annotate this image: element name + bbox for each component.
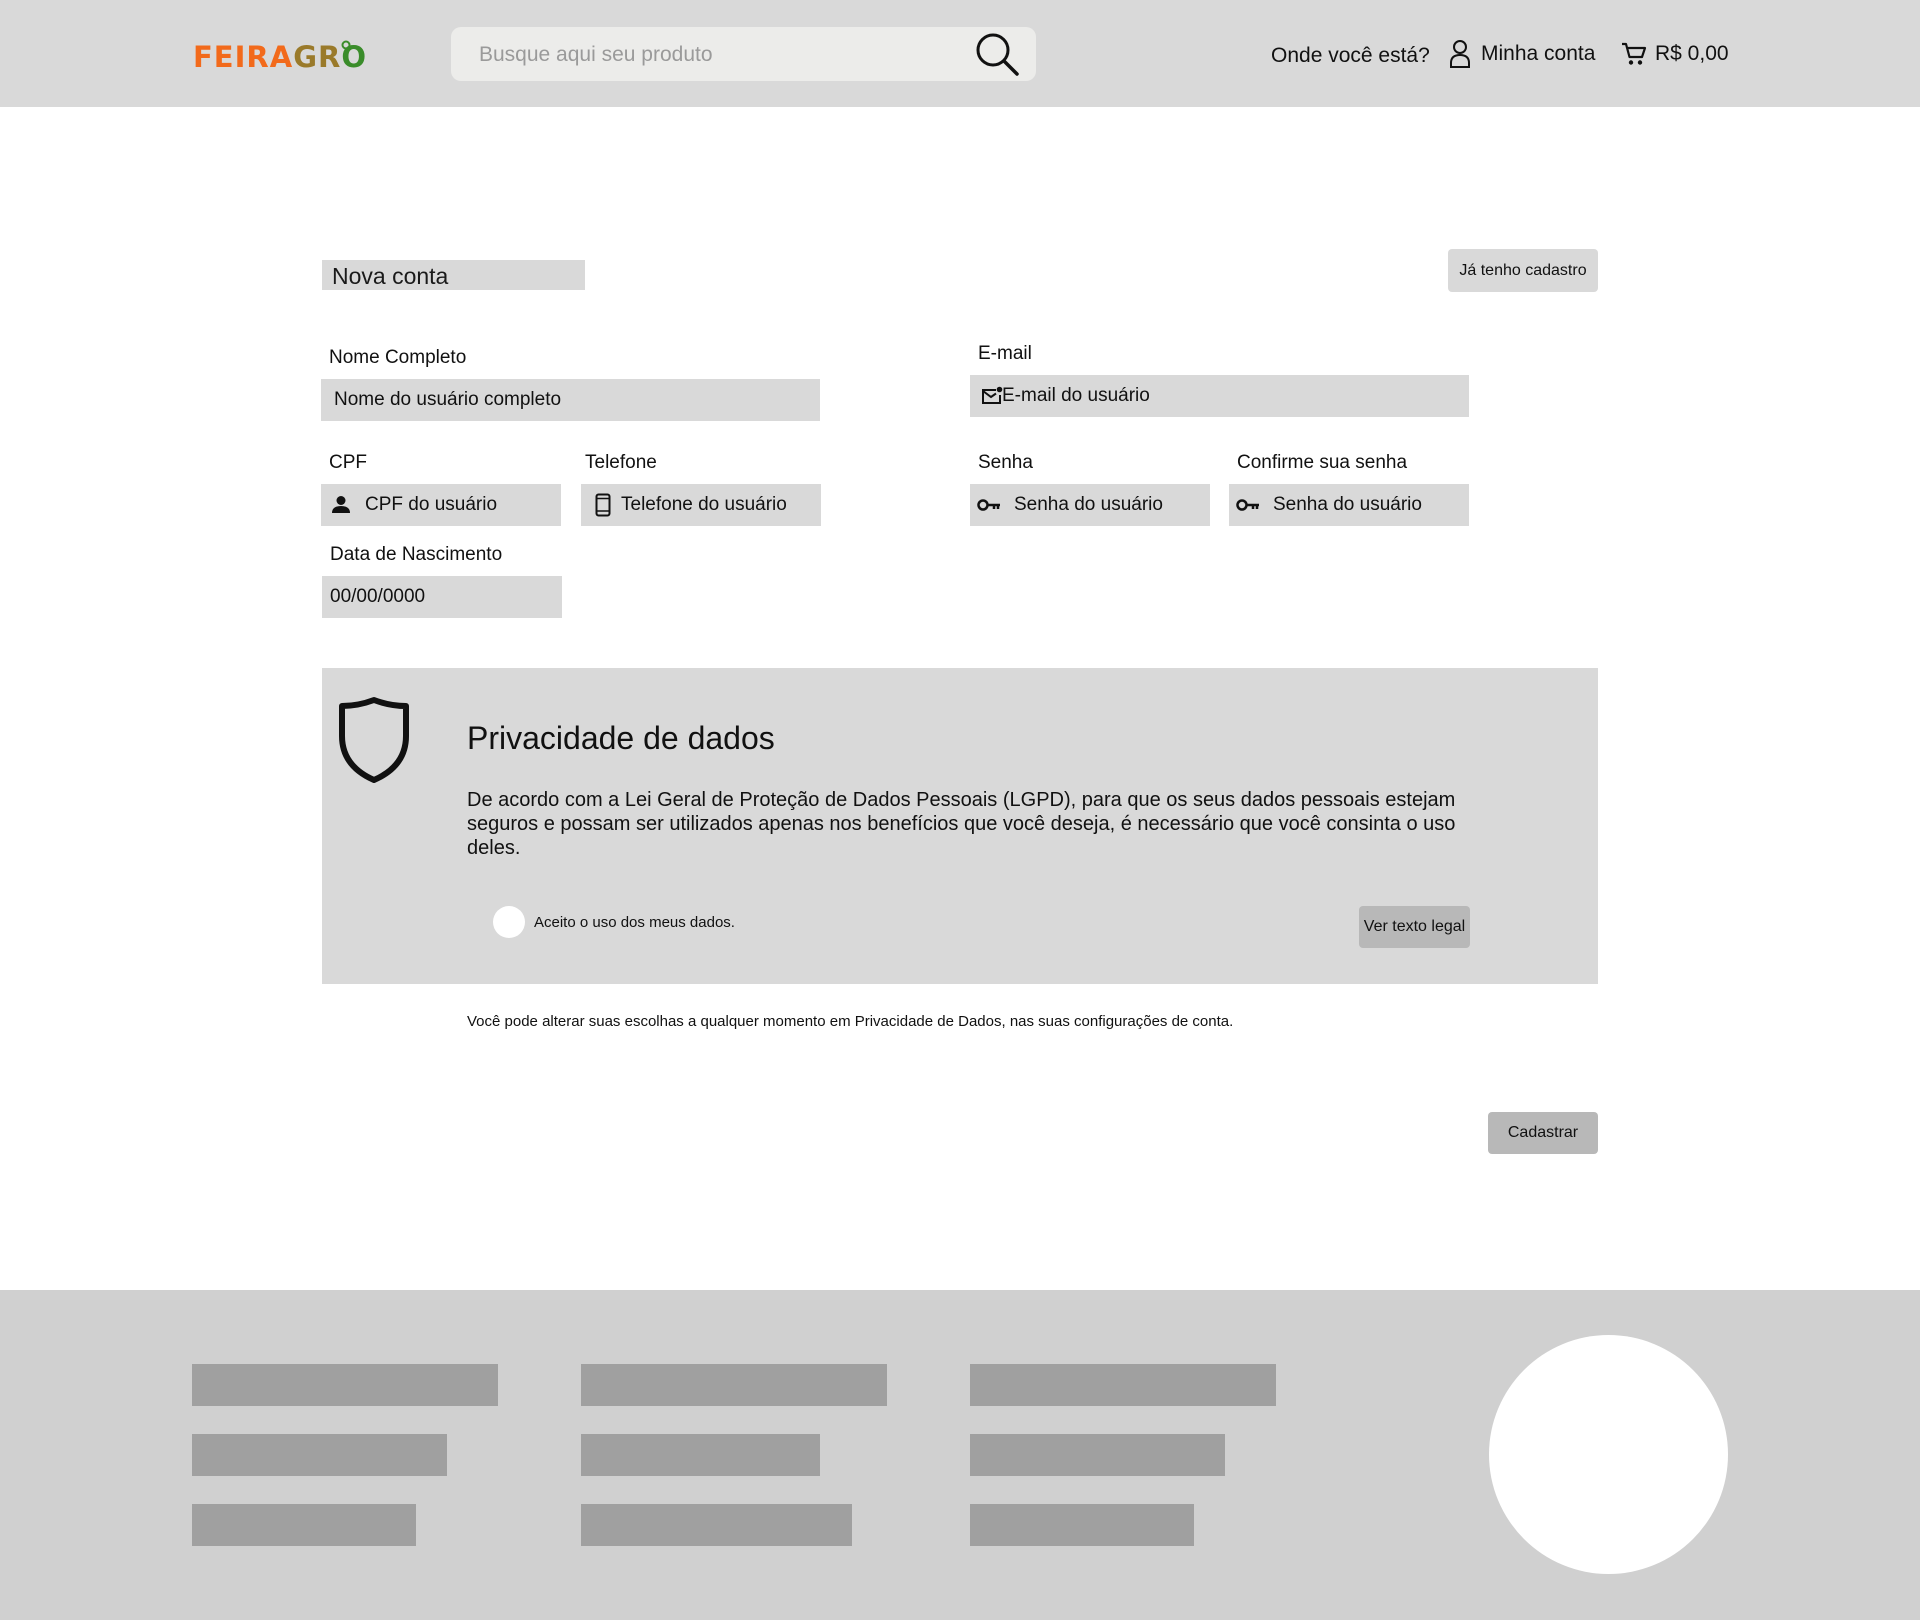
cart-link[interactable]: R$ 0,00 (1621, 38, 1729, 70)
location-link[interactable]: Onde você está? (1271, 44, 1430, 68)
password-field (970, 484, 1210, 526)
privacy-text: De acordo com a Lei Geral de Proteção de… (467, 789, 1456, 859)
footer-placeholder-bar (192, 1434, 447, 1476)
key-icon (975, 498, 1003, 512)
phone-label: Telefone (585, 452, 657, 473)
search-bar (451, 27, 1036, 83)
footer-placeholder-bar (192, 1364, 498, 1406)
footer-placeholder-bar (581, 1364, 887, 1406)
full-name-field (321, 379, 820, 421)
full-name-label: Nome Completo (329, 347, 467, 368)
page-title-text: Nova conta (332, 263, 449, 289)
page-title: Nova conta (322, 260, 585, 290)
footer-placeholder-bar (970, 1364, 1276, 1406)
footer-placeholder-bar (970, 1504, 1194, 1546)
email-label: E-mail (978, 343, 1032, 364)
legal-text-button[interactable]: Ver texto legal (1359, 906, 1470, 948)
phone-field (581, 484, 821, 526)
submit-button[interactable]: Cadastrar (1488, 1112, 1598, 1154)
cart-total: R$ 0,00 (1655, 42, 1729, 65)
person-icon (327, 495, 355, 515)
confirm-password-field (1229, 484, 1469, 526)
footer (0, 1290, 1920, 1620)
logo-part-gr: GR (293, 40, 342, 74)
birth-date-input[interactable] (322, 576, 562, 618)
search-input[interactable] (477, 27, 961, 83)
cpf-field (321, 484, 561, 526)
consent-radio[interactable] (493, 906, 525, 938)
full-name-input[interactable] (321, 379, 820, 421)
phone-input[interactable] (621, 484, 821, 526)
confirm-password-label: Confirme sua senha (1237, 452, 1408, 473)
user-icon (1450, 40, 1470, 68)
key-icon (1234, 498, 1262, 512)
birth-date-field (322, 576, 562, 618)
birth-date-label: Data de Nascimento (330, 544, 503, 565)
footer-placeholder-bar (581, 1434, 820, 1476)
privacy-panel: Privacidade de dados De acordo com a Lei… (322, 668, 1598, 984)
footer-placeholder-bar (970, 1434, 1225, 1476)
consent-label[interactable]: Aceito o uso dos meus dados. (534, 914, 735, 931)
footer-image-placeholder (1489, 1335, 1728, 1574)
logo-leaf-icon (341, 40, 351, 50)
phone-icon (589, 493, 617, 517)
logo-part-feira: FEIRA (193, 40, 294, 74)
privacy-note: Você pode alterar suas escolhas a qualqu… (467, 1013, 1234, 1030)
confirm-password-input[interactable] (1273, 484, 1469, 526)
header: FEIRAGRO Onde você está? Minha conta R$ … (0, 0, 1920, 107)
privacy-title: Privacidade de dados (467, 720, 775, 756)
cart-icon (1622, 42, 1647, 65)
cpf-label: CPF (329, 452, 367, 473)
login-button[interactable]: Já tenho cadastro (1448, 249, 1598, 292)
account-label: Minha conta (1481, 42, 1596, 65)
shield-icon (339, 697, 409, 783)
password-input[interactable] (1014, 484, 1210, 526)
search-icon[interactable] (974, 31, 1020, 77)
account-link[interactable]: Minha conta (1449, 38, 1595, 70)
password-label: Senha (978, 452, 1033, 473)
footer-placeholder-bar (192, 1504, 416, 1546)
cpf-input[interactable] (365, 484, 561, 526)
email-field (970, 375, 1469, 417)
footer-placeholder-bar (581, 1504, 852, 1546)
email-input[interactable] (1002, 375, 1469, 417)
